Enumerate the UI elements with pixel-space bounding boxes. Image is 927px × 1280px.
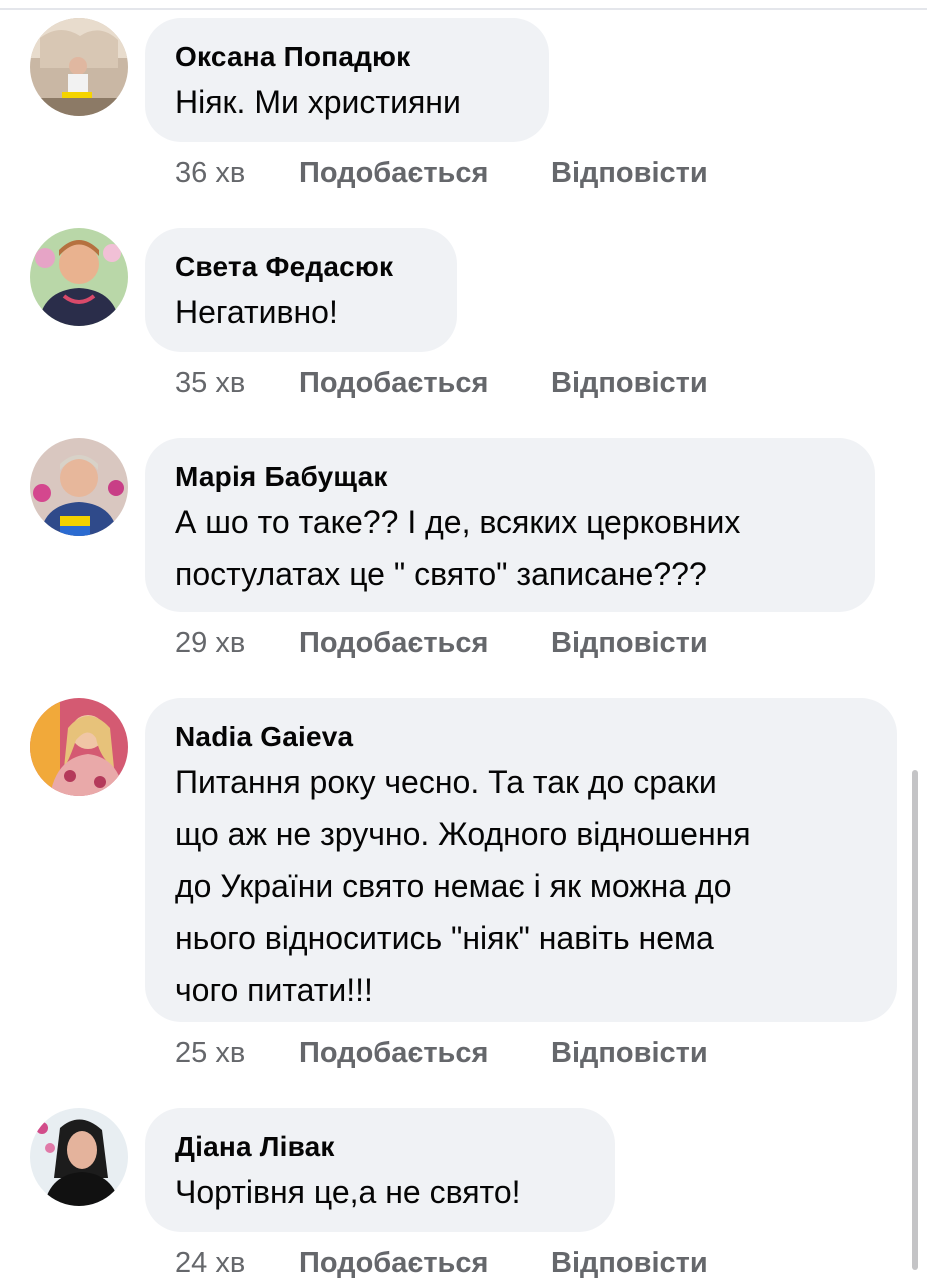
avatar[interactable] — [30, 698, 128, 796]
scrollbar[interactable] — [912, 770, 918, 1270]
comment-text: Питання року чесно. Та так до сраки що а… — [175, 764, 751, 1008]
comment-author[interactable]: Оксана Попадюк — [175, 40, 519, 74]
comment-author[interactable]: Марія Бабущак — [175, 460, 845, 494]
comment-bubble: Діана Лівак Чортівня це,а не свято! — [145, 1108, 615, 1232]
comment-author[interactable]: Nadia Gaieva — [175, 720, 867, 754]
comment-text: Негативно! — [175, 294, 338, 330]
comment-bubble: Света Федасюк Негативно! — [145, 228, 457, 352]
reply-button[interactable]: Відповісти — [551, 156, 708, 190]
comment-time[interactable]: 25 хв — [175, 1036, 245, 1070]
avatar[interactable] — [30, 438, 128, 536]
reply-button[interactable]: Відповісти — [551, 1246, 708, 1280]
comment-time[interactable]: 36 хв — [175, 156, 245, 190]
like-button[interactable]: Подобається — [299, 626, 488, 660]
comment-text: А шо то таке?? І де, всяких церковних по… — [175, 504, 741, 592]
like-button[interactable]: Подобається — [299, 156, 488, 190]
reply-button[interactable]: Відповісти — [551, 1036, 708, 1070]
comment-time[interactable]: 35 хв — [175, 366, 245, 400]
top-divider — [0, 8, 927, 10]
comment-text: Чортівня це,а не свято! — [175, 1174, 521, 1210]
comment-author[interactable]: Света Федасюк — [175, 250, 427, 284]
like-button[interactable]: Подобається — [299, 1246, 488, 1280]
comment-time[interactable]: 29 хв — [175, 626, 245, 660]
like-button[interactable]: Подобається — [299, 366, 488, 400]
comment-bubble: Nadia Gaieva Питання року чесно. Та так … — [145, 698, 897, 1022]
comment-bubble: Оксана Попадюк Ніяк. Ми християни — [145, 18, 549, 142]
comment-author[interactable]: Діана Лівак — [175, 1130, 585, 1164]
comment-text: Ніяк. Ми християни — [175, 84, 461, 120]
comment-time[interactable]: 24 хв — [175, 1246, 245, 1280]
reply-button[interactable]: Відповісти — [551, 626, 708, 660]
reply-button[interactable]: Відповісти — [551, 366, 708, 400]
comment-bubble: Марія Бабущак А шо то таке?? І де, всяки… — [145, 438, 875, 612]
avatar[interactable] — [30, 228, 128, 326]
like-button[interactable]: Подобається — [299, 1036, 488, 1070]
avatar[interactable] — [30, 1108, 128, 1206]
avatar[interactable] — [30, 18, 128, 116]
